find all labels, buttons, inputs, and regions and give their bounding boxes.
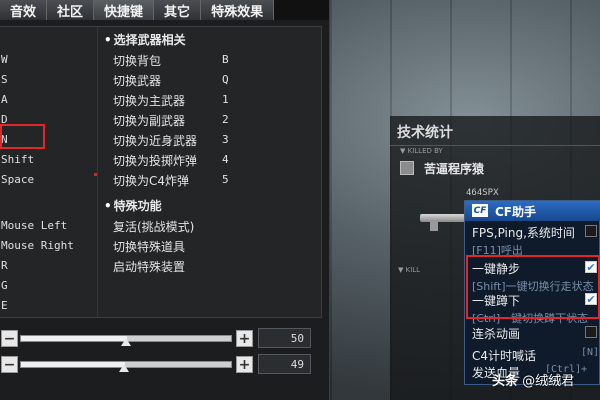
hotkey-row[interactable]: Shift 切换为投掷炸弹 4: [0, 150, 320, 170]
action-label: 切换为主武器: [113, 94, 186, 108]
avatar: [400, 161, 414, 175]
option-label: 连杀动画: [472, 327, 521, 341]
key-label: E: [1, 299, 8, 312]
hotkey-row[interactable]: R 启动特殊装置: [0, 256, 320, 276]
action-label: 切换为近身武器: [113, 134, 198, 148]
action-label: 切换特殊道具: [113, 240, 186, 254]
increase-button[interactable]: +: [236, 356, 253, 373]
hotkey-row[interactable]: Space 切换为C4炸弹 5: [0, 170, 320, 190]
slider-fill: [21, 362, 125, 367]
watermark-text: @绒绒君: [522, 374, 575, 389]
action-label: 切换武器: [113, 74, 162, 88]
hotkey-value: 3: [222, 133, 229, 146]
tab-sound[interactable]: 音效: [0, 0, 48, 20]
slider-value: 49: [258, 354, 311, 374]
hotkey-row[interactable]: E: [0, 296, 320, 316]
key-label: W: [1, 53, 8, 66]
key-label: Shift: [1, 153, 35, 166]
increase-button[interactable]: +: [236, 330, 253, 347]
slider-value: 50: [258, 328, 311, 348]
slider-fill: [21, 336, 127, 341]
stats-title: 技术统计: [397, 125, 453, 141]
hotkey-row[interactable]: N 切换为近身武器 3: [0, 130, 320, 150]
hotkey-row[interactable]: D 切换为副武器 2: [0, 110, 320, 130]
kill-label: ▼ KILL: [398, 266, 421, 274]
option-fps-ping[interactable]: FPS,Ping,系统时间 [F11]呼出: [472, 224, 600, 258]
killer-name: 苦逼程序猿: [424, 162, 485, 176]
slider-thumb[interactable]: [121, 338, 131, 346]
hotkey-row[interactable]: S 切换武器 Q: [0, 70, 320, 90]
divider: [390, 145, 600, 146]
highlight-box-n-key: [0, 124, 45, 149]
key-label: R: [1, 259, 8, 272]
key-label: S: [1, 73, 8, 86]
key-label: Mouse Left: [1, 219, 68, 232]
hotkey-list-panel: • 选择武器相关 W 切换背包 B S 切换武器 Q A 切换为主武器 1 D 切…: [0, 26, 322, 318]
fps-checkbox[interactable]: [585, 225, 597, 237]
hotkey-row[interactable]: G: [0, 276, 320, 296]
key-label: Mouse Right: [1, 239, 74, 252]
action-label: 切换为C4炸弹: [113, 174, 190, 188]
option-label: FPS,Ping,系统时间: [472, 226, 575, 240]
red-marker: [94, 173, 97, 176]
tab-community[interactable]: 社区: [47, 0, 95, 20]
hotkey-row[interactable]: Mouse Right 切换特殊道具: [0, 236, 320, 256]
tab-other[interactable]: 其它: [154, 0, 202, 20]
section-title-special: • 特殊功能: [104, 199, 162, 213]
hotkey-row[interactable]: W 切换背包 B: [0, 50, 320, 70]
cf-logo-icon: CF: [472, 204, 488, 217]
cf-helper-titlebar[interactable]: CF CF助手: [465, 201, 600, 221]
hotkey-value: B: [222, 53, 229, 66]
killer-row: 苦逼程序猿: [400, 160, 590, 180]
hotkey-value: 5: [222, 173, 229, 186]
hotkey-row[interactable]: Mouse Left 复活(挑战模式): [0, 216, 320, 236]
highlight-box-helper-options: [466, 255, 600, 319]
option-killstreak-animation[interactable]: 连杀动画: [472, 325, 600, 342]
decrease-button[interactable]: −: [1, 356, 18, 373]
slider-thumb[interactable]: [118, 364, 129, 372]
action-label: 切换背包: [113, 54, 162, 68]
volume-slider-1[interactable]: − + 50: [0, 328, 320, 350]
hotkey-row[interactable]: A 切换为主武器 1: [0, 90, 320, 110]
killed-by-label: ▼ KILLED BY: [400, 147, 443, 155]
tab-hotkeys[interactable]: 快捷键: [94, 0, 155, 20]
weapon-name: 464SPX: [466, 188, 499, 198]
key-label: G: [1, 279, 8, 292]
decrease-button[interactable]: −: [1, 330, 18, 347]
hotkey-value: 2: [222, 113, 229, 126]
tab-special-effects[interactable]: 特殊效果: [201, 0, 275, 20]
killstreak-checkbox[interactable]: [585, 326, 597, 338]
action-label: 切换为副武器: [113, 114, 186, 128]
c4-timer-hotkey: [N]: [581, 347, 600, 358]
action-label: 启动特殊装置: [113, 260, 186, 274]
settings-window: 音效 社区 快捷键 其它 特殊效果 • 选择武器相关 W 切换背包 B S 切换武…: [0, 0, 330, 400]
hotkey-value: 1: [222, 93, 229, 106]
action-label: 复活(挑战模式): [113, 220, 195, 234]
key-label: Space: [1, 173, 35, 186]
action-label: 切换为投掷炸弹: [113, 154, 198, 168]
toutiao-logo: 头条: [492, 374, 519, 389]
settings-tabs: 音效 社区 快捷键 其它 特殊效果: [0, 0, 329, 20]
helper-title: CF助手: [495, 205, 537, 219]
key-label: A: [1, 93, 8, 106]
section-title-weapons: • 选择武器相关: [104, 33, 186, 47]
watermark: 头条 @绒绒君: [492, 370, 574, 389]
hotkey-value: Q: [222, 73, 229, 86]
hotkey-value: 4: [222, 153, 229, 166]
volume-slider-2[interactable]: − + 49: [0, 354, 320, 376]
